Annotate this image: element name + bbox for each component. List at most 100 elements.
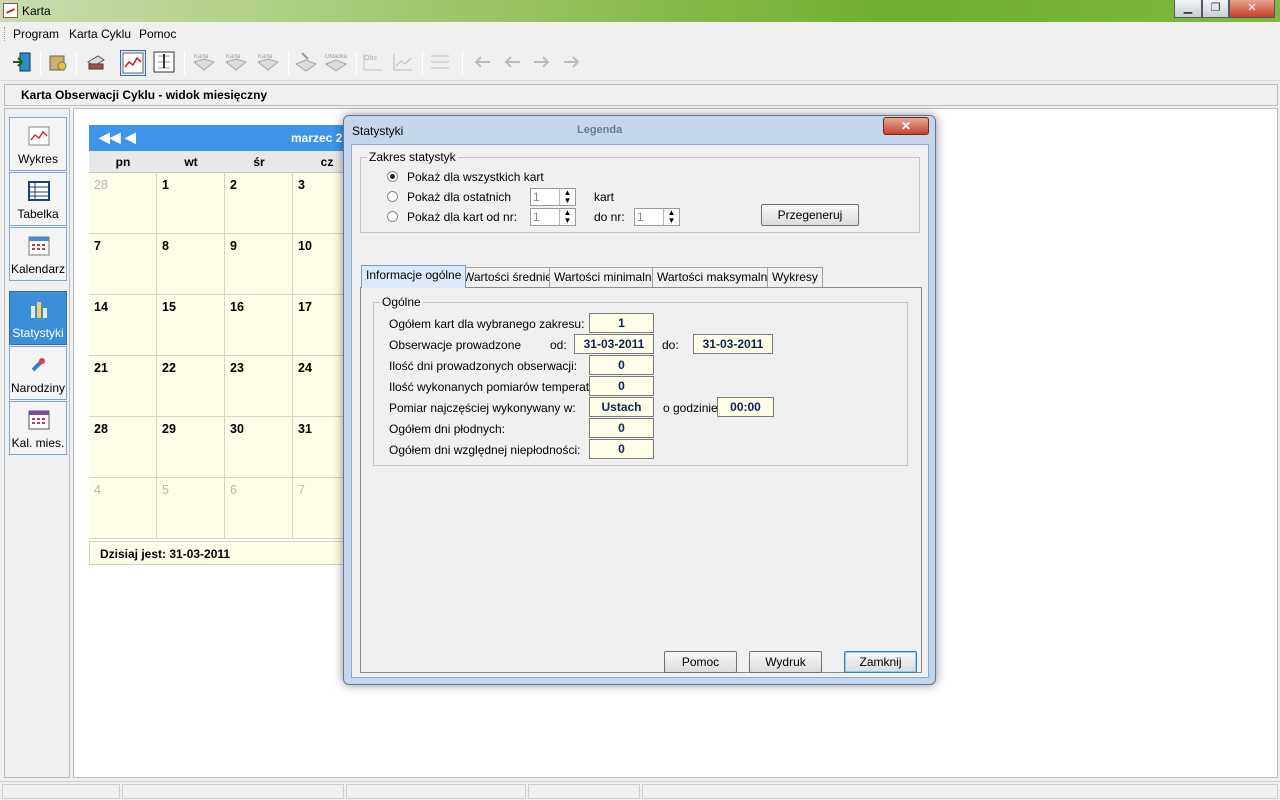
radio-all-cards[interactable]	[387, 171, 398, 182]
tab-charts[interactable]: Wykresy	[767, 267, 823, 287]
sidebar-item-tabelka[interactable]: Tabelka	[9, 172, 67, 226]
to-card-spinner[interactable]: 1 ▲ ▼	[634, 208, 680, 226]
calendar-day-cell[interactable]: 21	[89, 356, 157, 417]
card-button-3[interactable]: Karta	[256, 50, 282, 76]
relative-infertile-label: Ogółem dni względnej niepłodności:	[389, 443, 581, 457]
calendar-day-number: 2	[230, 178, 237, 192]
spinner-arrows-icon[interactable]: ▲ ▼	[663, 209, 679, 225]
toolbar-separator	[422, 51, 423, 75]
sidebar-label: Wykres	[18, 152, 58, 166]
last-cards-spinner[interactable]: 1 ▲ ▼	[530, 188, 576, 206]
calendar-day-number: 9	[230, 239, 237, 253]
spinner-arrows-icon[interactable]: ▲ ▼	[559, 189, 575, 205]
calendar-day-cell[interactable]: 15	[157, 295, 225, 356]
maximize-button[interactable]: ❐	[1202, 0, 1229, 18]
prev-month-button[interactable]: ◀	[125, 129, 136, 146]
from-card-spinner[interactable]: 1 ▲ ▼	[530, 208, 576, 226]
status-bar	[0, 781, 1280, 800]
menu-karta-cyklu[interactable]: Karta Cyklu	[69, 27, 131, 41]
baby-icon	[31, 358, 45, 372]
month-label: marzec 2	[291, 131, 343, 145]
sidebar: Wykres Tabelka Kalendarz Statystyki Naro…	[4, 108, 70, 778]
help-button[interactable]: Pomoc	[664, 651, 737, 673]
print-button[interactable]: Wydruk	[749, 651, 822, 673]
sidebar-label: Kal. mies.	[11, 436, 65, 450]
spinner-arrows-icon[interactable]: ▲ ▼	[559, 209, 575, 225]
calendar-day-cell[interactable]: 5	[157, 478, 225, 539]
settings-button[interactable]	[46, 50, 72, 76]
tab-minimum-values[interactable]: Wartości minimalne	[549, 267, 664, 287]
status-panel	[346, 784, 526, 799]
exit-icon	[13, 52, 31, 72]
chart-icon	[122, 52, 144, 74]
tab-average-values[interactable]: Wartości średnie	[458, 267, 557, 287]
calendar-day-cell[interactable]: 7	[89, 234, 157, 295]
prev-card-fast-button[interactable]	[470, 50, 496, 76]
view-header: Karta Obserwacji Cyklu - widok miesięczn…	[4, 84, 1278, 106]
day-name: wt	[184, 155, 198, 169]
sidebar-item-kal-mies[interactable]: Kal. mies.	[9, 401, 67, 455]
observations-to-label: do:	[662, 338, 679, 352]
calendar-day-cell[interactable]: 8	[157, 234, 225, 295]
calendar-day-cell[interactable]: 23	[225, 356, 293, 417]
card-button-1[interactable]: Karta	[192, 50, 218, 76]
calendar-day-cell[interactable]: 28	[89, 417, 157, 478]
calendar-day-cell[interactable]: 4	[89, 478, 157, 539]
calendar-day-cell[interactable]: 9	[225, 234, 293, 295]
general-group-title: Ogólne	[380, 295, 423, 309]
sidebar-item-narodziny[interactable]: Narodziny	[9, 346, 67, 400]
radio-card-range[interactable]	[387, 211, 398, 222]
table-tool-button[interactable]	[428, 50, 454, 76]
spinner-value: 1	[637, 210, 644, 224]
calendar-day-cell[interactable]: 30	[225, 417, 293, 478]
cycle-button[interactable]	[392, 50, 418, 76]
calendar-day-cell[interactable]: 29	[157, 417, 225, 478]
calendar-day-cell[interactable]: 6	[225, 478, 293, 539]
radio-all-label: Pokaż dla wszystkich kart	[407, 170, 544, 184]
close-button[interactable]: ✕	[1229, 0, 1275, 18]
tab-general-info[interactable]: Informacje ogólne	[361, 265, 467, 288]
prev-card-button[interactable]	[500, 50, 526, 76]
tab-maximum-values[interactable]: Wartości maksymalne	[652, 267, 779, 287]
cover-icon: Okładka	[324, 54, 348, 72]
regenerate-button[interactable]: Przegeneruj	[761, 204, 859, 226]
cover-button[interactable]: Okładka	[324, 50, 350, 76]
thermometer-chart-button[interactable]	[152, 50, 178, 76]
chart-icon	[28, 126, 50, 146]
calendar-day-cell[interactable]: 2	[225, 173, 293, 234]
svg-text:Karta: Karta	[194, 54, 209, 60]
arrow-left-icon	[504, 56, 520, 68]
minimize-button[interactable]: ▁	[1174, 0, 1202, 18]
toolbar-separator	[76, 51, 77, 75]
sidebar-item-kalendarz[interactable]: Kalendarz	[9, 227, 67, 281]
next-card-fast-button[interactable]	[560, 50, 586, 76]
calendar-day-cell[interactable]: 14	[89, 295, 157, 356]
next-card-button[interactable]	[530, 50, 556, 76]
card-button-2[interactable]: Karta	[224, 50, 250, 76]
calendar-day-cell[interactable]: 16	[225, 295, 293, 356]
sidebar-item-statystyki[interactable]: Statystyki	[9, 291, 67, 345]
dialog-close-button[interactable]: ✕	[883, 117, 929, 135]
calendar-day-cell[interactable]: 22	[157, 356, 225, 417]
print-button[interactable]	[84, 50, 110, 76]
prev-month-fast-button[interactable]: ◀◀	[99, 129, 121, 146]
obs-button[interactable]: Obs	[362, 50, 388, 76]
sidebar-item-wykres[interactable]: Wykres	[9, 117, 67, 171]
radio-last-label: Pokaż dla ostatnich	[407, 190, 512, 204]
menu-program[interactable]: Program	[13, 27, 59, 41]
observations-from-value: 31-03-2011	[574, 334, 654, 354]
dialog-close-btn[interactable]: Zamknij	[844, 651, 917, 673]
fertile-days-label: Ogółem dni płodnych:	[389, 422, 506, 436]
view-title: Karta Obserwacji Cyklu - widok miesięczn…	[21, 88, 268, 102]
measurement-place-value: Ustach	[589, 397, 654, 417]
calendar-day-cell[interactable]: 1	[157, 173, 225, 234]
chart-view-button[interactable]	[120, 50, 146, 76]
menu-pomoc[interactable]: Pomoc	[139, 27, 176, 41]
calendar-day-cell[interactable]: 28	[89, 173, 157, 234]
radio-last-cards[interactable]	[387, 191, 398, 202]
exit-button[interactable]	[10, 50, 36, 76]
range-group-title: Zakres statystyk	[367, 150, 458, 164]
settings-icon	[49, 55, 67, 71]
calendar-day-number: 7	[298, 483, 305, 497]
edit-button[interactable]	[294, 50, 320, 76]
